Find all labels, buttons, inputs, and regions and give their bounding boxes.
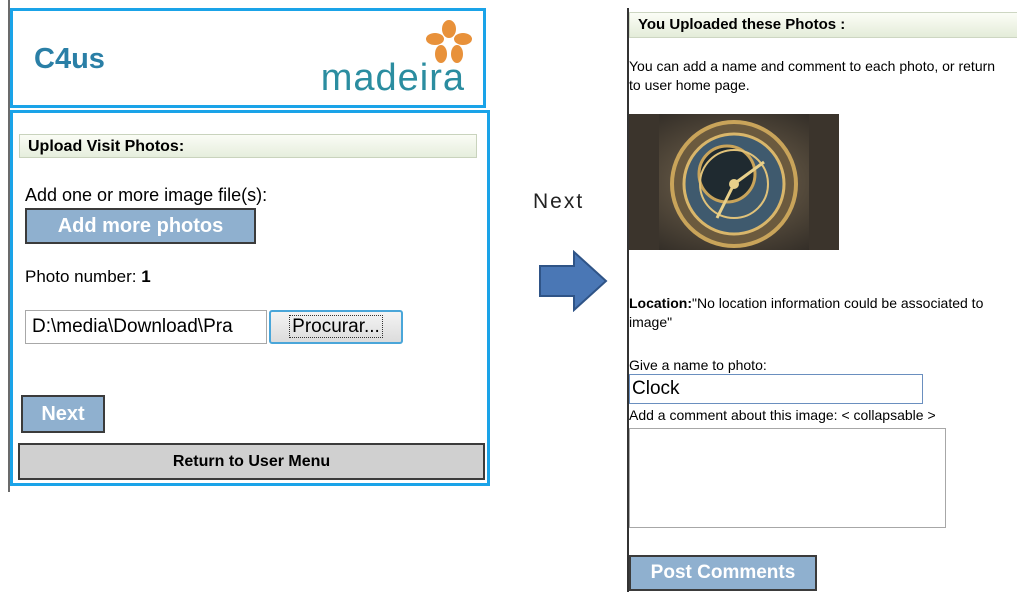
madeira-logo: madeira (320, 57, 465, 99)
browse-button[interactable]: Procurar... (269, 310, 403, 344)
photo-name-label: Give a name to photo: (629, 357, 767, 373)
upload-panel: Upload Visit Photos: Add one or more ima… (10, 110, 490, 486)
add-files-label: Add one or more image file(s): (25, 185, 268, 205)
comment-textarea[interactable] (629, 428, 946, 528)
next-button[interactable]: Next (21, 395, 105, 433)
location-info: Location:"No location information could … (629, 294, 1017, 332)
photo-number: Photo number: 1 (25, 267, 151, 287)
post-comments-button[interactable]: Post Comments (629, 555, 817, 591)
section-title: Upload Visit Photos: (19, 134, 477, 158)
photo-name-input[interactable]: Clock (629, 374, 923, 404)
photo-number-value: 1 (141, 267, 151, 286)
intro-text: You can add a name and comment to each p… (629, 58, 996, 93)
comment-label: Add a comment about this image: < collap… (629, 407, 936, 423)
location-label: Location: (629, 295, 692, 311)
file-path-input[interactable]: D:\media\Download\Pra (25, 310, 267, 344)
app-title: C4us (34, 43, 105, 75)
uploaded-photo-thumbnail[interactable] (629, 114, 839, 250)
section-title: You Uploaded these Photos : (629, 12, 1017, 38)
add-more-photos-button[interactable]: Add more photos (25, 208, 256, 244)
photo-number-label: Photo number: (25, 267, 137, 286)
uploaded-photos-panel: You Uploaded these Photos : You can add … (627, 8, 1017, 592)
transition-caption: Next (533, 190, 585, 213)
return-to-user-menu-button[interactable]: Return to User Menu (18, 443, 485, 480)
app-header: C4us madeira (10, 8, 486, 108)
browse-button-label: Procurar... (289, 315, 383, 338)
right-arrow-icon (539, 250, 608, 312)
